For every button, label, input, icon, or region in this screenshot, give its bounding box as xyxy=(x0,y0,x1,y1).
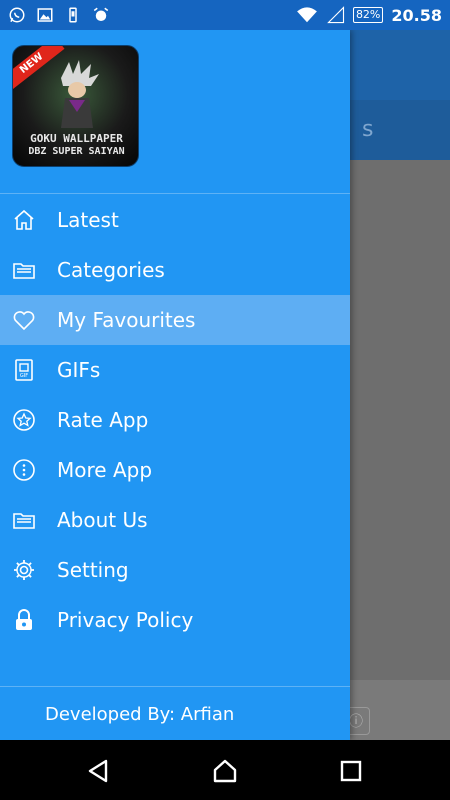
recents-icon[interactable] xyxy=(338,758,364,784)
svg-text:GIF: GIF xyxy=(20,373,28,379)
menu-item-label: Setting xyxy=(57,558,129,582)
menu-item-categories[interactable]: Categories xyxy=(0,245,350,295)
menu-item-label: Categories xyxy=(57,258,165,282)
logo-title-line2: DBZ SUPER SAIYAN xyxy=(28,146,125,157)
menu-item-rate-app[interactable]: Rate App xyxy=(0,395,350,445)
signal-icon xyxy=(327,6,344,24)
gear-icon xyxy=(14,560,34,580)
menu-item-label: GIFs xyxy=(57,358,101,382)
gif-file-icon: GIF xyxy=(15,359,33,381)
home-button-icon[interactable] xyxy=(212,758,238,784)
wifi-icon xyxy=(297,7,317,23)
folder-icon xyxy=(13,513,35,529)
menu-item-label: About Us xyxy=(57,508,148,532)
menu-item-label: Privacy Policy xyxy=(57,608,194,632)
menu-item-my-favourites[interactable]: My Favourites xyxy=(0,295,350,345)
clock: 20.58 xyxy=(391,5,442,25)
more-circle-icon xyxy=(13,459,35,481)
menu-item-label: More App xyxy=(57,458,153,482)
star-circle-icon xyxy=(13,409,35,431)
menu-item-privacy-policy[interactable]: Privacy Policy xyxy=(0,595,350,645)
menu-item-setting[interactable]: Setting xyxy=(0,545,350,595)
folder-icon xyxy=(13,263,35,279)
menu-item-latest[interactable]: Latest xyxy=(0,195,350,245)
app-logo: NEW GOKU WALLPAPER DBZ SUPER SAIYAN xyxy=(12,45,139,167)
drawer-header: NEW GOKU WALLPAPER DBZ SUPER SAIYAN xyxy=(0,30,350,194)
developer-credit: Developed By: Arfian xyxy=(0,686,350,740)
lock-icon xyxy=(16,609,32,630)
heart-icon xyxy=(13,311,35,331)
home-icon xyxy=(14,209,34,230)
menu-item-label: My Favourites xyxy=(57,308,196,332)
menu-item-more-app[interactable]: More App xyxy=(0,445,350,495)
image-icon xyxy=(37,8,53,22)
alarm-icon xyxy=(93,7,109,21)
usb-phone-icon xyxy=(69,7,77,23)
menu-item-label: Rate App xyxy=(57,408,149,432)
menu-item-gifs[interactable]: GIF GIFs xyxy=(0,345,350,395)
navigation-drawer: NEW GOKU WALLPAPER DBZ SUPER SAIYAN Late… xyxy=(0,30,350,740)
battery-indicator: 82% xyxy=(352,7,384,23)
status-bar: 82% 20.58 xyxy=(0,0,450,30)
logo-title-line1: GOKU WALLPAPER xyxy=(30,132,123,145)
background-tab-fragment: s xyxy=(362,117,374,142)
back-icon[interactable] xyxy=(86,758,112,784)
system-navigation-bar xyxy=(0,740,450,800)
menu-item-about-us[interactable]: About Us xyxy=(0,495,350,545)
drawer-menu: Latest Categories My Favourites GIF GIFs… xyxy=(0,195,350,645)
whatsapp-icon xyxy=(9,7,25,23)
menu-item-label: Latest xyxy=(57,208,119,232)
goku-figure-icon xyxy=(61,60,99,128)
